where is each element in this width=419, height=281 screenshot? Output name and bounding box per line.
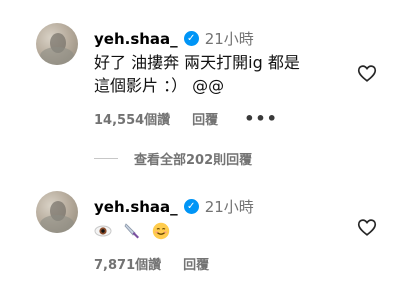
view-replies-button[interactable]: 查看全部202則回覆 [94,149,252,168]
like-heart-icon[interactable] [356,62,378,84]
more-options-icon[interactable]: ••• [244,109,278,128]
like-heart-icon[interactable] [356,216,378,238]
eye-emoji-icon [94,225,112,236]
comment-header: yeh.shaa_ ✓ 21小時 [94,28,254,49]
timestamp[interactable]: 21小時 [205,28,254,49]
like-count[interactable]: 14,554個讚 [94,109,170,128]
comment-meta: 7,871個讚 回覆 [94,254,209,273]
comment-header: yeh.shaa_ ✓ 21小時 [94,196,254,217]
verified-badge-icon: ✓ [183,199,199,214]
reply-button[interactable]: 回覆 [192,109,218,128]
comment-text: 好了 油摟奔 兩天打開ig 都是 這個影片 ：） @@ [94,51,300,97]
verified-badge-icon: ✓ [183,31,199,46]
like-count[interactable]: 7,871個讚 [94,254,161,273]
username[interactable]: yeh.shaa_ [94,198,178,216]
avatar[interactable] [36,23,78,65]
timestamp[interactable]: 21小時 [205,196,254,217]
comment-text-line: 這個影片 ：） @@ [94,76,225,95]
knife-emoji-icon [124,222,140,238]
comment-emojis [94,218,176,241]
username[interactable]: yeh.shaa_ [94,30,178,48]
avatar[interactable] [36,191,78,233]
divider-line [94,158,118,159]
smiling-face-emoji-icon [152,222,170,239]
comment-text-line: 好了 油摟奔 兩天打開ig 都是 [94,53,300,72]
comment-meta: 14,554個讚 回覆 ••• [94,109,278,128]
view-replies-label: 查看全部202則回覆 [134,153,253,168]
reply-button[interactable]: 回覆 [183,254,209,273]
